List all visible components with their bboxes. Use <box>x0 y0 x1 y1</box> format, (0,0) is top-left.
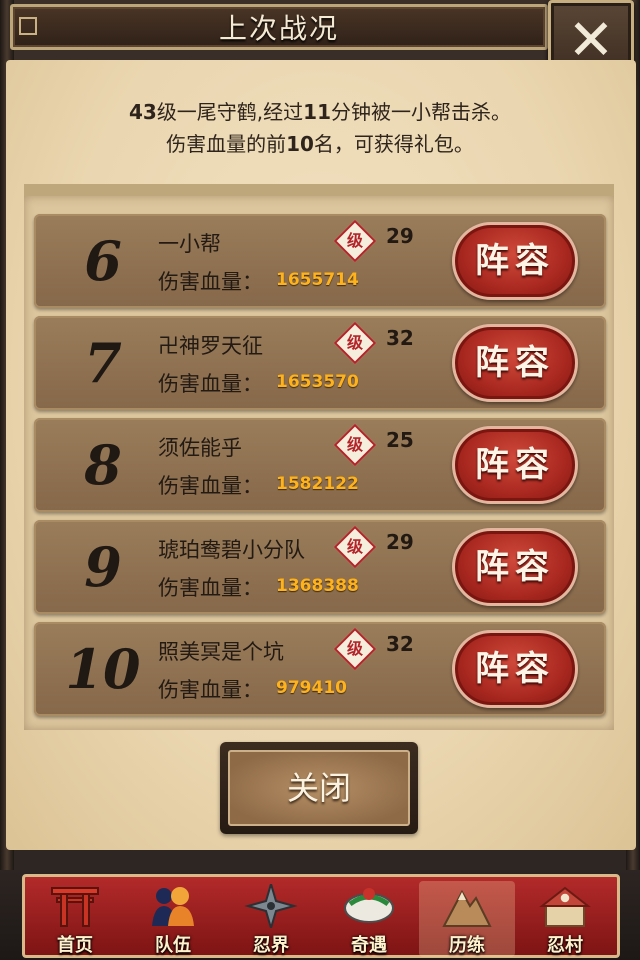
reward-text-a: 伤害血量的前 <box>166 132 287 156</box>
nav-label: 奇遇 <box>351 935 387 956</box>
boss-level: 43 <box>128 100 157 124</box>
player-level: 32 <box>386 326 414 350</box>
nav-label: 历练 <box>449 935 485 956</box>
bottom-nav-bar: 首页 队伍 忍界 奇遇 历练 忍村 <box>22 874 620 958</box>
nav-label: 首页 <box>57 935 93 956</box>
damage-value: 1653570 <box>276 372 359 392</box>
close-button[interactable]: 关闭 <box>220 742 418 834</box>
nav-item-team[interactable]: 队伍 <box>125 881 221 957</box>
damage-label: 伤害血量： <box>158 270 263 294</box>
player-level: 29 <box>386 530 414 554</box>
nav-item-encounter[interactable]: 奇遇 <box>321 881 417 957</box>
damage-value: 1368388 <box>276 576 359 596</box>
lineup-button[interactable]: 阵容 <box>452 528 578 606</box>
player-name: 一小帮 <box>158 232 221 256</box>
title-bar: 上次战况 <box>10 4 548 50</box>
close-button-label: 关闭 <box>228 750 410 826</box>
village-icon <box>537 883 593 929</box>
lineup-button[interactable]: 阵容 <box>452 324 578 402</box>
player-level: 32 <box>386 632 414 656</box>
rank-number: 10 <box>65 637 141 701</box>
player-level: 25 <box>386 428 414 452</box>
damage-label: 伤害血量： <box>158 372 263 396</box>
player-name: 照美冥是个坑 <box>158 640 284 664</box>
battle-summary: 43级一尾守鹤,经过11分钟被一小帮击杀。 伤害血量的前10名，可获得礼包。 <box>0 96 640 160</box>
damage-label: 伤害血量： <box>158 678 263 702</box>
level-badge-icon: 级 <box>333 321 377 365</box>
summary-text-a: 级一尾守鹤,经过 <box>156 100 304 124</box>
team-icon <box>145 883 201 929</box>
player-name: 卍神罗天征 <box>158 334 263 358</box>
damage-value: 979410 <box>276 678 347 698</box>
nav-item-village[interactable]: 忍村 <box>517 881 613 957</box>
torii-gate-icon <box>47 883 103 929</box>
nav-item-home[interactable]: 首页 <box>27 881 123 957</box>
level-badge-icon: 级 <box>333 627 377 671</box>
bottom-nav: 首页 队伍 忍界 奇遇 历练 忍村 <box>0 870 640 960</box>
reward-count: 10 <box>286 132 314 156</box>
nav-label: 队伍 <box>155 935 191 956</box>
nav-label: 忍界 <box>253 935 289 956</box>
damage-label: 伤害血量： <box>158 576 263 600</box>
rank-number: 6 <box>84 229 122 293</box>
ranking-row: 9 琥珀鸯碧小分队 级 29 伤害血量： 1368388 阵容 <box>34 520 606 614</box>
damage-value: 1582122 <box>276 474 359 494</box>
nav-item-world[interactable]: 忍界 <box>223 881 319 957</box>
page-title: 上次战况 <box>218 12 339 45</box>
player-name: 琥珀鸯碧小分队 <box>158 538 305 562</box>
rank-number: 9 <box>84 535 122 599</box>
ranking-row: 10 照美冥是个坑 级 32 伤害血量： 979410 阵容 <box>34 622 606 716</box>
summary-line-2: 伤害血量的前10名，可获得礼包。 <box>0 128 640 160</box>
rank-number: 7 <box>84 331 122 395</box>
player-level: 29 <box>386 224 414 248</box>
level-badge-icon: 级 <box>333 219 377 263</box>
damage-label: 伤害血量： <box>158 474 263 498</box>
nav-label: 忍村 <box>547 935 583 956</box>
shuriken-icon <box>243 883 299 929</box>
reward-text-b: 名，可获得礼包。 <box>313 132 474 156</box>
level-badge-icon: 级 <box>333 423 377 467</box>
rank-number: 8 <box>84 433 122 497</box>
scroll-icon <box>341 883 397 929</box>
nav-item-trial[interactable]: 历练 <box>419 881 515 957</box>
lineup-button[interactable]: 阵容 <box>452 426 578 504</box>
ranking-row: 8 须佐能乎 级 25 伤害血量： 1582122 阵容 <box>34 418 606 512</box>
player-name: 须佐能乎 <box>158 436 242 460</box>
mountain-icon <box>439 883 495 929</box>
level-badge-icon: 级 <box>333 525 377 569</box>
lineup-button[interactable]: 阵容 <box>452 630 578 708</box>
summary-text-b: 分钟被一小帮击杀。 <box>331 100 512 124</box>
ranking-row: 7 卍神罗天征 级 32 伤害血量： 1653570 阵容 <box>34 316 606 410</box>
battle-minutes: 11 <box>303 100 332 124</box>
corner-ornament-icon <box>19 17 37 35</box>
lineup-button[interactable]: 阵容 <box>452 222 578 300</box>
damage-value: 1655714 <box>276 270 359 290</box>
summary-line-1: 43级一尾守鹤,经过11分钟被一小帮击杀。 <box>0 96 640 128</box>
ranking-row: 6 一小帮 级 29 伤害血量： 1655714 阵容 <box>34 214 606 308</box>
